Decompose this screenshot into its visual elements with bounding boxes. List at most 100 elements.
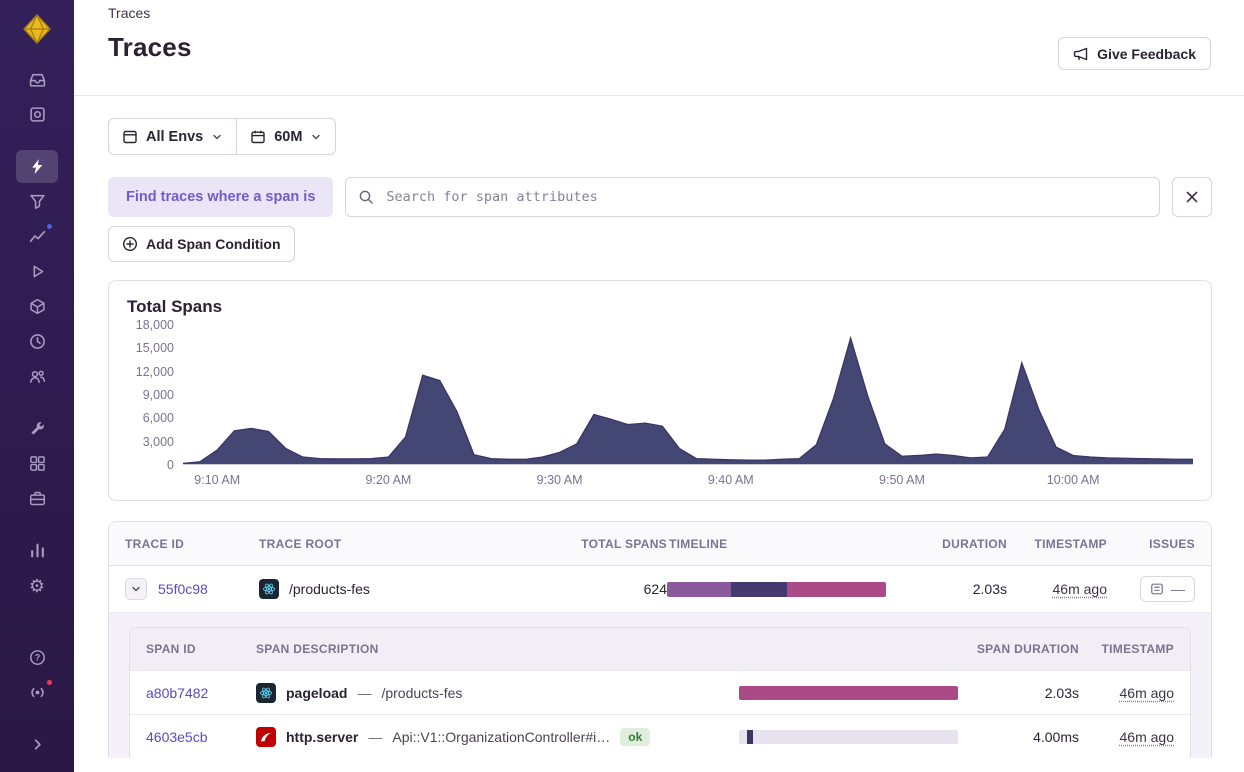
- sidebar-item-replays[interactable]: [16, 255, 58, 288]
- trace-duration: 2.03s: [972, 581, 1007, 597]
- chart-svg: [183, 325, 1193, 464]
- add-circle-icon: [122, 236, 138, 252]
- sidebar-collapse-button[interactable]: [16, 728, 58, 761]
- x-axis-label: 9:20 AM: [365, 473, 412, 487]
- chart-plot-area[interactable]: [183, 325, 1193, 465]
- integrations-icon: [29, 456, 45, 471]
- sidebar-item-releases[interactable]: [16, 290, 58, 323]
- issues-mini-icon: [1151, 583, 1163, 595]
- add-span-condition-button[interactable]: Add Span Condition: [108, 226, 295, 262]
- page-title: Traces: [108, 32, 192, 62]
- chevron-down-icon: [132, 586, 140, 592]
- chart-y-axis: 0 3,000 6,000 9,000 12,000 15,000 18,000: [127, 318, 183, 472]
- collapse-trace-button[interactable]: [125, 578, 147, 600]
- span-status-badge: ok: [620, 727, 651, 746]
- sidebar-item-queries[interactable]: [16, 185, 58, 218]
- span-duration-value: 4.00ms: [1033, 728, 1079, 745]
- spans-table-header: SPAN ID SPAN DESCRIPTION SPAN DURATION T…: [130, 628, 1190, 670]
- releases-icon: [29, 298, 45, 315]
- span-duration-sliver: [747, 729, 753, 744]
- sidebar-item-user-feedback[interactable]: [16, 360, 58, 393]
- expanded-trace-spans: SPAN ID SPAN DESCRIPTION SPAN DURATION T…: [109, 612, 1211, 758]
- x-axis-label: 9:10 AM: [194, 473, 241, 487]
- collapse-sidebar-icon: [34, 739, 41, 750]
- chart-x-axis: 9:10 AM 9:20 AM 9:30 AM 9:40 AM 9:50 AM 10:00…: [183, 465, 1193, 492]
- span-separator: —: [357, 684, 372, 701]
- timeline-segment: [787, 581, 886, 597]
- sidebar-item-help[interactable]: ?: [16, 641, 58, 674]
- sidebar-item-whats-new[interactable]: [16, 676, 58, 709]
- insights-icon: [29, 230, 45, 243]
- clear-search-button[interactable]: [1172, 177, 1212, 217]
- timeline-bar[interactable]: [667, 581, 886, 597]
- user-feedback-icon: [29, 370, 45, 383]
- sidebar-item-explore[interactable]: [16, 98, 58, 131]
- column-span-duration: SPAN DURATION: [976, 642, 1079, 656]
- span-row: 4603e5cb http.server — Api::V1::Organiza…: [130, 714, 1190, 758]
- chart-area-path: [183, 338, 1193, 464]
- sidebar-item-toolbox[interactable]: [16, 412, 58, 445]
- y-axis-label: 18,000: [135, 318, 174, 332]
- rails-icon: [256, 726, 276, 747]
- y-axis-label: 9,000: [142, 388, 174, 402]
- trace-issues-value: —: [1171, 581, 1185, 597]
- y-axis-label: 15,000: [135, 341, 174, 356]
- column-trace-root: TRACE ROOT: [259, 536, 342, 551]
- organization-icon: [29, 491, 45, 506]
- span-id-link[interactable]: a80b7482: [146, 685, 256, 701]
- span-op: http.server: [286, 728, 359, 745]
- megaphone-icon: [1073, 47, 1088, 60]
- sidebar-item-crons[interactable]: [16, 325, 58, 358]
- crons-icon: [29, 334, 45, 349]
- total-spans-chart: 0 3,000 6,000 9,000 12,000 15,000 18,000: [127, 318, 1193, 472]
- y-axis-label: 6,000: [142, 411, 174, 426]
- explore-icon: [29, 107, 45, 122]
- span-attributes-search-input[interactable]: [345, 177, 1160, 217]
- column-span-id: SPAN ID: [146, 642, 196, 656]
- find-traces-chip: Find traces where a span is: [108, 177, 334, 217]
- timeline-segment: [730, 581, 788, 597]
- sidebar-item-integrations[interactable]: [16, 447, 58, 480]
- react-icon: [259, 579, 279, 599]
- insights-notification-dot: [46, 223, 53, 230]
- column-trace-id: TRACE ID: [125, 536, 185, 551]
- column-timeline: TIMELINE: [669, 536, 728, 551]
- react-icon: [256, 682, 276, 703]
- trace-id-link[interactable]: 55f0c98: [158, 581, 208, 597]
- sidebar-item-insights[interactable]: [16, 220, 58, 253]
- span-timestamp[interactable]: 46m ago: [1120, 729, 1174, 745]
- timeline-segment: [667, 581, 731, 597]
- environment-filter-button[interactable]: All Envs: [108, 118, 238, 155]
- sidebar-item-organization[interactable]: [16, 482, 58, 515]
- toolbox-icon: [30, 422, 44, 435]
- span-description-cell: pageload — /products-fes: [256, 682, 739, 703]
- span-search-box: [345, 177, 1160, 217]
- issues-icon: [29, 73, 45, 87]
- traces-icon: [31, 159, 42, 174]
- page-header: Traces Traces Give Feedback: [74, 0, 1244, 96]
- sidebar-item-stats[interactable]: [16, 534, 58, 567]
- trace-timestamp[interactable]: 46m ago: [1053, 581, 1107, 597]
- date-range-filter-label: 60M: [274, 128, 303, 145]
- date-range-filter-button[interactable]: 60M: [236, 118, 337, 155]
- span-duration-bar: [739, 685, 958, 700]
- trace-root-cell[interactable]: /products-fes: [259, 579, 547, 599]
- sidebar-item-issues[interactable]: [16, 63, 58, 96]
- environment-icon: [123, 130, 137, 143]
- whats-new-notification-dot: [46, 679, 53, 686]
- sidebar-item-traces[interactable]: [16, 150, 58, 183]
- span-id-link[interactable]: 4603e5cb: [146, 729, 256, 745]
- trace-root-label: /products-fes: [289, 581, 370, 597]
- x-axis-label: 9:50 AM: [879, 473, 925, 487]
- svg-text:?: ?: [34, 653, 40, 663]
- give-feedback-button[interactable]: Give Feedback: [1058, 37, 1211, 70]
- breadcrumb[interactable]: Traces: [108, 5, 1212, 21]
- span-timestamp[interactable]: 46m ago: [1120, 685, 1174, 701]
- span-duration-bar: [739, 729, 958, 744]
- close-icon: [1186, 191, 1198, 203]
- sidebar-item-settings[interactable]: ⚙: [16, 569, 58, 602]
- traces-table: TRACE ID TRACE ROOT TOTAL SPANS TIMELINE…: [108, 521, 1212, 758]
- trace-issues-chip[interactable]: —: [1140, 576, 1195, 602]
- sentry-org-logo[interactable]: [20, 12, 54, 46]
- column-span-timestamp: TIMESTAMP: [1101, 642, 1174, 656]
